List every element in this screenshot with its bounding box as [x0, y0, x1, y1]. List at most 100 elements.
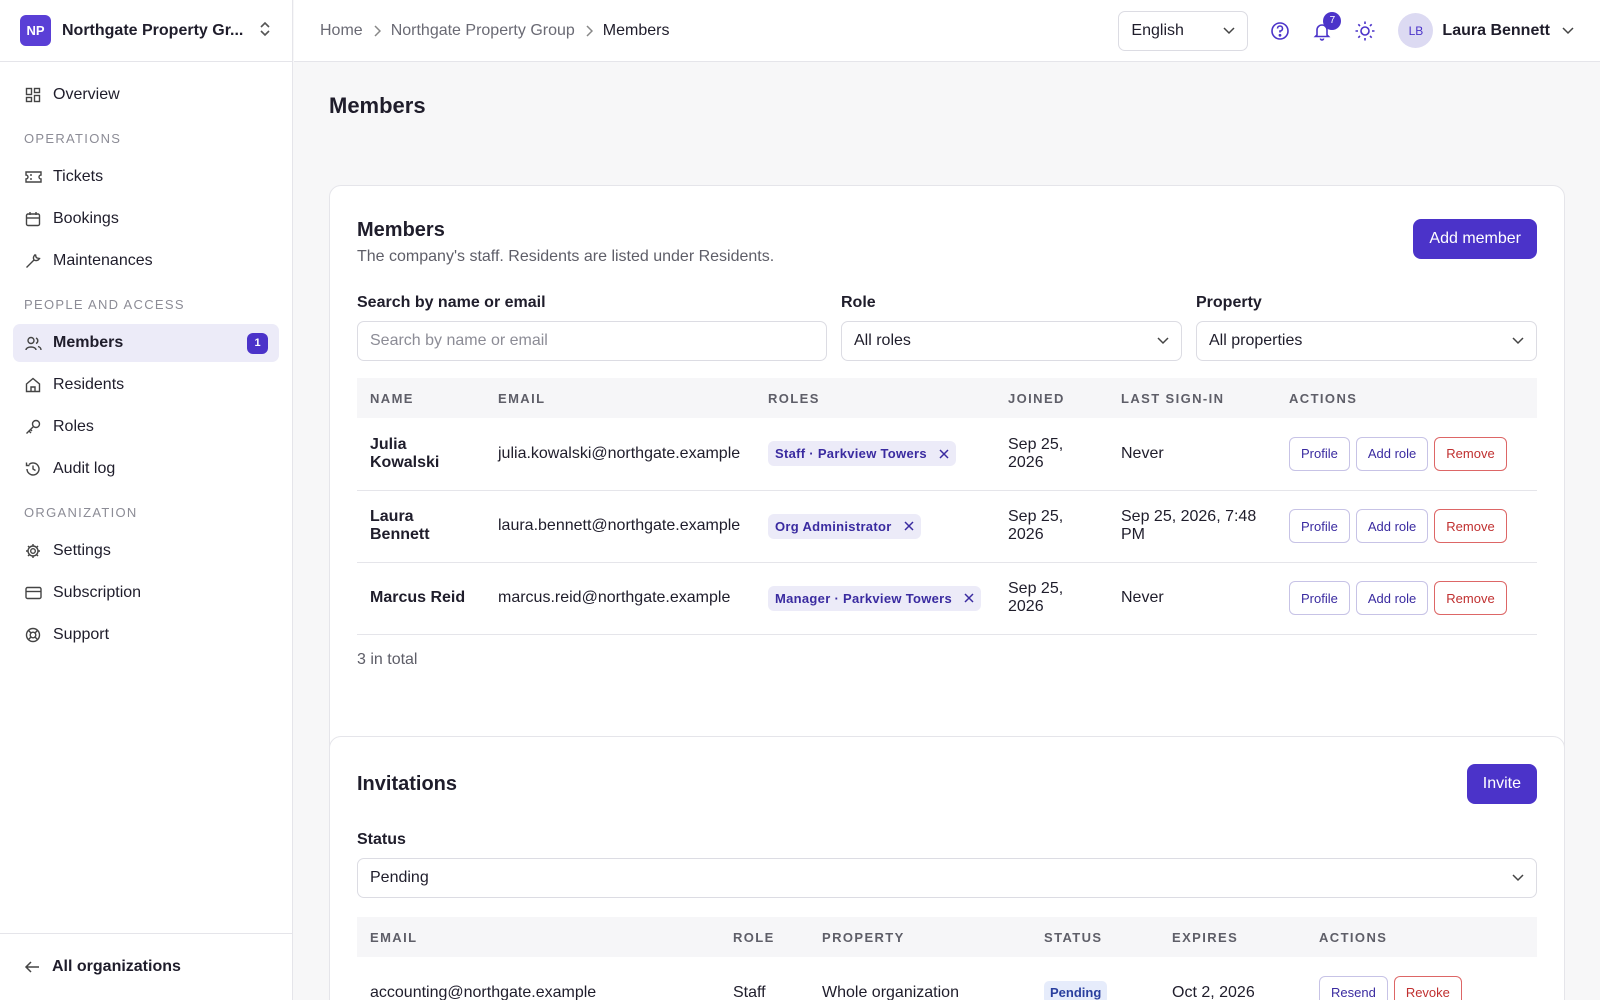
breadcrumb: Home Northgate Property Group Members — [320, 22, 1118, 40]
chevron-down-icon — [1512, 869, 1524, 887]
org-switcher[interactable]: NP Northgate Property Gr... — [0, 0, 292, 62]
invite-property: Whole organization — [809, 957, 1031, 1000]
sidebar-item-overview[interactable]: Overview — [13, 76, 279, 114]
notifications-count: 7 — [1323, 11, 1342, 30]
remove-button[interactable]: Remove — [1434, 509, 1507, 543]
page-title: Members — [329, 93, 426, 118]
history-icon — [24, 460, 42, 478]
profile-button[interactable]: Profile — [1289, 509, 1350, 543]
status-select[interactable]: Pending — [357, 858, 1537, 898]
arrow-left-icon — [24, 960, 40, 974]
member-email: marcus.reid@northgate.example — [485, 562, 755, 635]
members-count-badge: 1 — [247, 332, 268, 354]
invitations-table: EMAIL ROLE PROPERTY STATUS EXPIRES ACTIO… — [357, 917, 1537, 1000]
breadcrumb-home[interactable]: Home — [320, 22, 363, 40]
sidebar-item-maintenances[interactable]: Maintenances — [13, 242, 279, 280]
close-icon[interactable] — [964, 593, 974, 603]
search-input[interactable]: Search by name or email — [357, 321, 827, 361]
home-icon — [24, 376, 42, 394]
members-filters: Search by name or email Search by name o… — [357, 294, 1537, 361]
breadcrumb-organization[interactable]: Northgate Property Group — [391, 22, 575, 40]
member-name: Marcus Reid — [357, 562, 485, 635]
sidebar-item-settings[interactable]: Settings — [13, 532, 279, 570]
sidebar-item-members[interactable]: Members 1 — [13, 324, 279, 362]
role-chip: Staff · Parkview Towers — [768, 441, 956, 467]
org-badge: NP — [20, 15, 51, 46]
sidebar-item-audit-log[interactable]: Audit log — [13, 450, 279, 488]
sidebar-item-tickets[interactable]: Tickets — [13, 158, 279, 196]
ticket-icon — [24, 168, 42, 186]
key-icon — [24, 418, 42, 436]
lifebuoy-icon — [24, 626, 42, 644]
member-joined: Sep 25, 2026 — [995, 490, 1108, 563]
add-role-button[interactable]: Add role — [1355, 509, 1429, 543]
profile-button[interactable]: Profile — [1289, 581, 1350, 615]
table-row: Marcus Reid marcus.reid@northgate.exampl… — [357, 562, 1537, 635]
dashboard-icon — [24, 86, 42, 104]
remove-button[interactable]: Remove — [1434, 436, 1507, 471]
org-name: Northgate Property Gr... — [62, 21, 244, 39]
members-total: 3 in total — [357, 650, 418, 668]
topbar: Home Northgate Property Group Members En… — [294, 0, 1600, 62]
member-last-sign-in: Never — [1108, 562, 1276, 635]
sidebar-item-label: Settings — [53, 542, 111, 559]
sidebar-item-label: Members — [53, 334, 124, 351]
status-badge: Pending — [1044, 981, 1108, 1000]
members-table: NAME EMAIL ROLES JOINED LAST SIGN-IN ACT… — [357, 378, 1537, 635]
member-last-sign-in: Sep 25, 2026, 7:48 PM — [1108, 490, 1276, 563]
remove-button[interactable]: Remove — [1434, 581, 1507, 615]
close-icon[interactable] — [904, 521, 914, 531]
column-header: ACTIONS — [1319, 929, 1388, 945]
role-filter-label: Role — [841, 294, 876, 311]
table-row: Julia Kowalski julia.kowalski@northgate.… — [357, 418, 1537, 491]
role-chip-label: Org Administrator — [775, 518, 892, 534]
users-icon — [24, 334, 42, 352]
member-joined: Sep 25, 2026 — [995, 562, 1108, 635]
sidebar-item-subscription[interactable]: Subscription — [13, 574, 279, 612]
bell-icon[interactable]: 7 — [1312, 11, 1342, 41]
table-header-row: EMAIL ROLE PROPERTY STATUS EXPIRES ACTIO… — [357, 917, 1537, 957]
table-row: accounting@northgate.example Staff Whole… — [357, 957, 1537, 1000]
property-select[interactable]: All properties — [1196, 321, 1537, 361]
property-select-value: All properties — [1209, 332, 1303, 349]
sidebar-item-residents[interactable]: Residents — [13, 366, 279, 404]
column-header: LAST SIGN-IN — [1121, 390, 1225, 406]
sidebar-item-label: Residents — [53, 376, 125, 393]
credit-card-icon — [24, 584, 42, 602]
help-icon[interactable] — [1270, 21, 1290, 41]
sidebar-item-roles[interactable]: Roles — [13, 408, 279, 446]
resend-button[interactable]: Resend — [1319, 975, 1388, 1000]
member-name: Julia Kowalski — [357, 418, 485, 491]
sidebar-item-support[interactable]: Support — [13, 616, 279, 654]
chevron-down-icon — [1157, 332, 1169, 350]
close-icon[interactable] — [939, 449, 949, 459]
invite-role: Staff — [720, 957, 809, 1000]
all-organizations-link[interactable]: All organizations — [0, 933, 292, 1000]
sidebar-item-bookings[interactable]: Bookings — [13, 200, 279, 238]
column-header: ROLES — [768, 390, 820, 406]
add-role-button[interactable]: Add role — [1355, 581, 1429, 615]
invitations-card-title: Invitations — [357, 772, 458, 795]
gear-icon — [24, 542, 42, 560]
language-value: English — [1131, 21, 1184, 39]
language-select[interactable]: English — [1118, 10, 1249, 51]
property-filter-label: Property — [1196, 294, 1262, 311]
column-header: EXPIRES — [1172, 929, 1239, 945]
role-chip: Manager · Parkview Towers — [768, 585, 982, 611]
user-menu[interactable]: LB Laura Bennett — [1398, 13, 1574, 48]
column-header: ACTIONS — [1289, 390, 1358, 406]
profile-button[interactable]: Profile — [1289, 436, 1350, 471]
sidebar-item-label: Audit log — [53, 460, 116, 477]
add-member-button[interactable]: Add member — [1413, 219, 1537, 259]
invite-button[interactable]: Invite — [1466, 764, 1537, 804]
revoke-button[interactable]: Revoke — [1393, 975, 1462, 1000]
column-header: PROPERTY — [822, 929, 905, 945]
invite-email: accounting@northgate.example — [357, 957, 720, 1000]
sun-icon[interactable] — [1354, 20, 1376, 42]
role-select[interactable]: All roles — [841, 321, 1182, 361]
add-role-button[interactable]: Add role — [1355, 436, 1429, 471]
user-name: Laura Bennett — [1442, 21, 1550, 39]
members-card: Members The company's staff. Residents a… — [329, 185, 1565, 762]
sidebar-item-label: Bookings — [53, 210, 119, 227]
main-content: Members Members The company's staff. Res… — [294, 63, 1600, 1000]
